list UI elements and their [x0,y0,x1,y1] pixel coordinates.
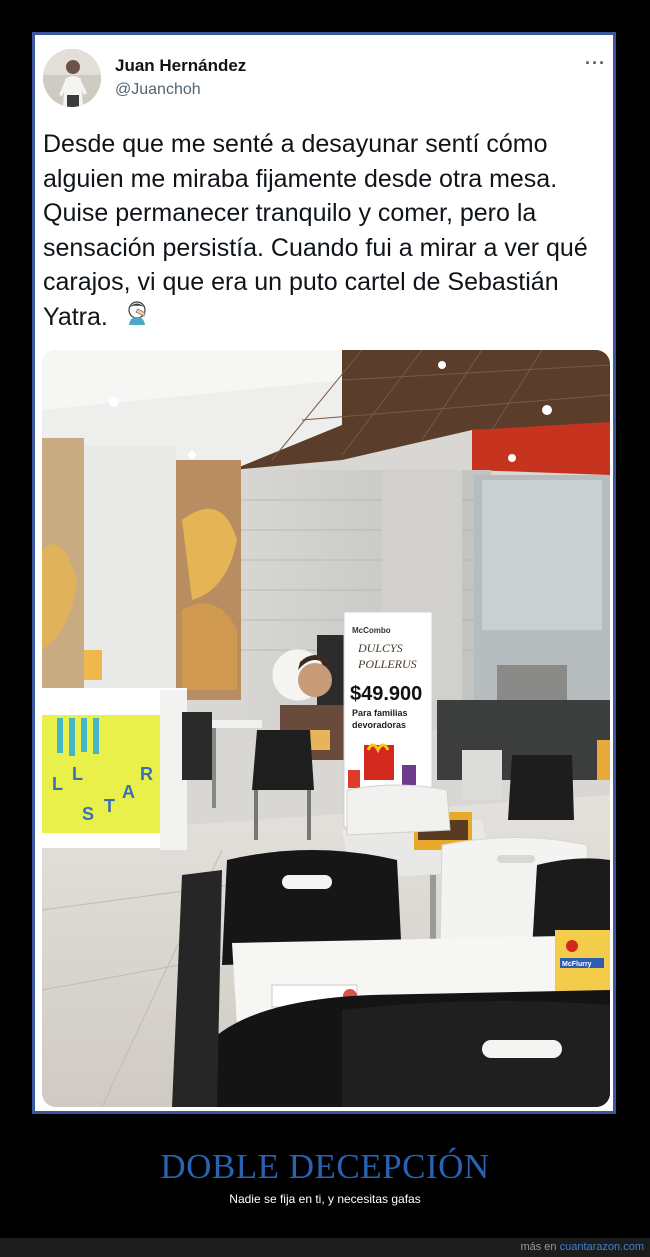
footer-bar: más en cuantarazon.com [0,1238,650,1257]
post-title: DOBLE DECEPCIÓN [160,1147,490,1186]
tweet-text-block: Desde que me senté a desayunar sentí cóm… [43,127,609,336]
tweet-card: Juan Hernández @Juanchoh ··· Desde que m… [35,35,613,1111]
avatar-image [43,49,101,107]
footer-text: más en cuantarazon.com [520,1241,644,1253]
wall-letter: L [52,774,63,794]
post-subtitle: Nadie se fija en ti, y necesitas gafas [229,1192,421,1206]
sign-caption2: devoradoras [352,720,406,730]
box-label: McFlurry [562,961,592,968]
avatar[interactable] [43,49,101,107]
more-horizontal-icon[interactable]: ··· [585,53,606,74]
sign-brand: McCombo [352,626,391,635]
restaurant-scene: L L S T A R McCombo DULCYS POLLERUS $49.… [42,350,610,1107]
wall-letter: L [72,764,83,784]
footer-prefix: más en [520,1241,557,1253]
author-name[interactable]: Juan Hernández [115,56,246,76]
author-handle[interactable]: @Juanchoh [115,81,201,99]
sign-price: $49.900 [350,683,422,705]
wall-letter: R [140,764,153,784]
wall-letter: A [122,782,135,802]
sign-line2: POLLERUS [357,657,417,671]
wall-letter: T [104,796,115,816]
restaurant-photo[interactable]: L L S T A R McCombo DULCYS POLLERUS $49.… [42,350,610,1107]
man-facepalming-icon [125,300,151,336]
sign-caption1: Para familias [352,708,408,718]
sign-line1: DULCYS [357,641,403,655]
footer-link[interactable]: cuantarazon.com [560,1241,644,1253]
wall-letter: S [82,804,94,824]
